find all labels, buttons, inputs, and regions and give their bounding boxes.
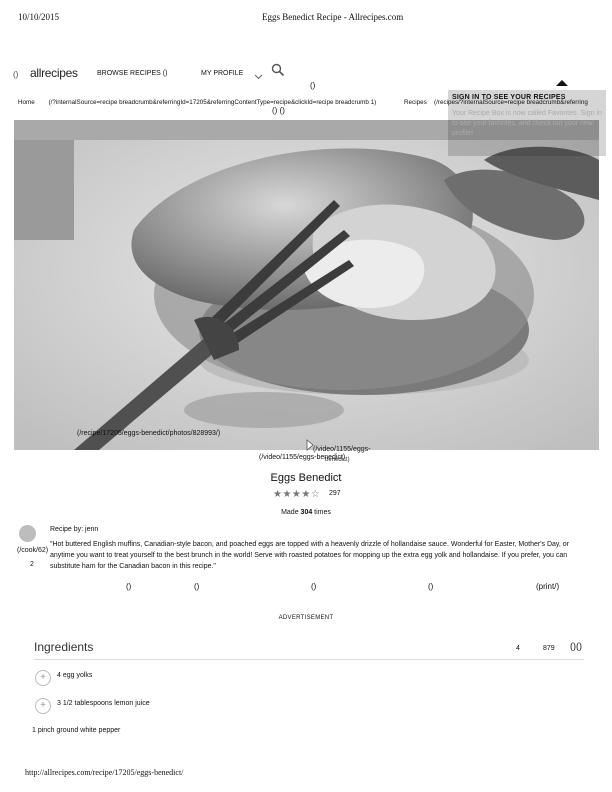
add-ingredient-icon[interactable]: +	[35, 698, 51, 714]
nav-placeholder-link[interactable]: ()	[310, 81, 315, 90]
cook-count: 2	[30, 561, 34, 568]
recipe-photo[interactable]	[14, 120, 599, 450]
made-number: 304	[300, 509, 313, 516]
action-link-2[interactable]: ()	[194, 582, 199, 591]
action-link-1[interactable]: ()	[126, 582, 131, 591]
recipe-title: Eggs Benedict	[270, 472, 342, 484]
avatar[interactable]	[19, 525, 36, 542]
chevron-down-icon[interactable]	[254, 67, 263, 85]
my-profile-link[interactable]: MY PROFILE	[201, 70, 243, 77]
made-count: Made 304 times	[0, 509, 612, 516]
ingredient-item: 1 pinch ground white pepper	[32, 727, 121, 734]
made-suffix: times	[312, 509, 331, 516]
rating-stars[interactable]: ★★★★☆	[273, 489, 320, 500]
ingredients-servings: 4	[516, 645, 520, 652]
signin-popup-title[interactable]: SIGN IN TO SEE YOUR RECIPES	[452, 94, 602, 101]
signin-popup-content[interactable]: SIGN IN TO SEE YOUR RECIPES Your Recipe …	[452, 94, 602, 154]
action-link-3[interactable]: ()	[311, 582, 316, 591]
recipe-description: "Hot buttered English muffins, Canadian-…	[50, 541, 570, 570]
video-link-tail[interactable]: benedict)	[325, 457, 350, 463]
recipe-photo-link[interactable]: (/recipe/17205/eggs-benedict/photos/8289…	[77, 430, 220, 437]
rating-count: 297	[329, 490, 341, 497]
breadcrumb: Home (/?internalSource=recipe breadcrumb…	[18, 99, 376, 106]
print-link[interactable]: (print/)	[536, 582, 559, 591]
cook-profile-link[interactable]: (/cook/62)	[17, 547, 48, 554]
breadcrumb-recipes[interactable]: Recipes	[404, 99, 427, 106]
breadcrumb-home[interactable]: Home	[18, 99, 35, 106]
add-ingredient-icon[interactable]: +	[35, 670, 51, 686]
popup-arrow	[556, 80, 568, 86]
ingredients-calories: 879	[543, 645, 555, 652]
search-icon[interactable]	[271, 63, 285, 82]
ingredients-title: Ingredients	[34, 640, 94, 654]
site-logo[interactable]: allrecipes	[30, 66, 78, 80]
ingredients-divider	[34, 659, 584, 660]
signin-popup-body: Your Recipe Box is now called Favorites.…	[452, 110, 602, 137]
print-page-title: Eggs Benedict Recipe - Allrecipes.com	[262, 12, 404, 22]
ingredient-text: 4 egg yolks	[57, 672, 93, 679]
print-footer-url: http://allrecipes.com/recipe/17205/eggs-…	[25, 768, 184, 777]
recipe-author[interactable]: Recipe by: jenn	[50, 526, 98, 533]
ingredient-text: 3 1/2 tablespoons lemon juice	[57, 700, 150, 707]
action-link-4[interactable]: ()	[428, 582, 433, 591]
breadcrumb-placeholder-links[interactable]: () ()	[272, 106, 285, 115]
breadcrumb-home-url[interactable]: (/?internalSource=recipe breadcrumb&refe…	[49, 99, 377, 106]
browse-recipes-link[interactable]: BROWSE RECIPES ()	[97, 70, 167, 77]
advertisement-label: ADVERTISEMENT	[278, 615, 334, 621]
video-link[interactable]: (/video/1155/eggs-	[313, 446, 370, 453]
made-prefix: Made	[281, 509, 301, 516]
logo-mark: ()	[13, 70, 19, 79]
print-date: 10/10/2015	[18, 12, 60, 22]
ingredients-placeholder-links[interactable]: ()()	[570, 641, 582, 651]
